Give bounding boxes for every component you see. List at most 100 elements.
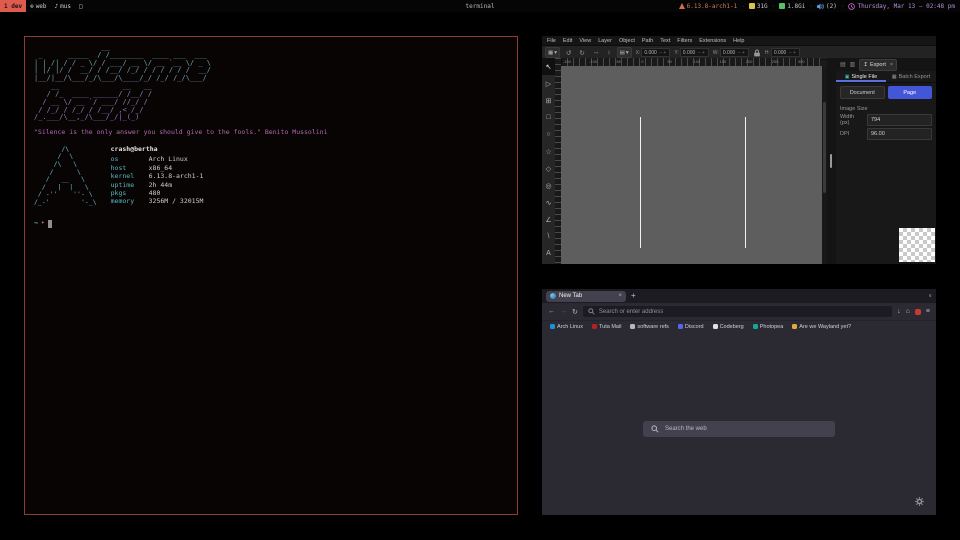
bookmark-item[interactable]: Are we Wayland yet? (792, 324, 851, 330)
shell-prompt[interactable]: ~ ▸ (34, 220, 508, 228)
height-field[interactable]: H: 0.000−+ (765, 48, 800, 57)
menu-item[interactable]: Edit (563, 38, 572, 44)
dialog-tab-icon[interactable]: ▥ (850, 61, 856, 68)
tool-button[interactable]: \ (542, 228, 555, 245)
x-coordinate-field[interactable]: X: 0.000−+ (636, 48, 671, 57)
menu-item[interactable]: Filters (677, 38, 692, 44)
workspace-button[interactable]: ⊕ web (26, 0, 50, 12)
downloads-button[interactable]: ↓ (897, 308, 901, 315)
dpi-row: DPI 96.00 (836, 127, 936, 141)
back-button[interactable]: ← (548, 308, 555, 315)
align-dropdown[interactable]: ▤ ▾ (617, 47, 632, 58)
personalize-gear-icon[interactable] (915, 497, 924, 506)
browser-tab[interactable]: New Tab × (546, 291, 626, 302)
new-tab-button[interactable]: + (631, 292, 636, 300)
tool-icon: ☆ (545, 148, 551, 156)
volume-level: (2) (826, 3, 837, 10)
menu-item[interactable]: Path (642, 38, 653, 44)
fetch-row: memory 3256M / 32015M (111, 197, 204, 205)
export-dialog-tab[interactable]: ↥ Export × (859, 59, 897, 71)
tab-batch-export[interactable]: ▦ Batch Export (886, 71, 936, 82)
tool-button[interactable]: ↖ (542, 58, 555, 75)
grid-icon: ▦ (548, 50, 553, 56)
tool-button[interactable]: □ (542, 109, 555, 126)
dock-resize-handle[interactable] (827, 58, 836, 264)
x-label: X: (636, 50, 641, 56)
spinner-buttons[interactable]: −+ (789, 50, 797, 56)
tool-button[interactable]: ◇ (542, 160, 555, 177)
fetch-key: uptime (111, 181, 149, 189)
workspace-button[interactable]: 1 dev (0, 0, 26, 12)
menu-item[interactable]: Layer (598, 38, 612, 44)
rotate-ccw-icon[interactable]: ↺ (566, 49, 571, 57)
menu-item[interactable]: Extensions (699, 38, 726, 44)
fetch-row: host x86_64 (111, 164, 204, 172)
spinner-buttons[interactable]: −+ (738, 50, 746, 56)
rotate-cw-icon[interactable]: ↻ (579, 49, 584, 57)
tool-button[interactable]: ▷ (542, 75, 555, 92)
scrollbar-thumb[interactable] (823, 102, 826, 193)
selection-mode-dropdown[interactable]: ▦ ▾ (545, 47, 560, 58)
menu-item[interactable]: File (547, 38, 556, 44)
tab-single-file[interactable]: ▣ Single File (836, 71, 886, 82)
spinner-buttons[interactable]: −+ (698, 50, 706, 56)
bookmark-item[interactable]: Codeberg (713, 324, 744, 330)
canvas[interactable] (561, 66, 822, 264)
kernel-module: 6.13.8-arch1-1 (679, 3, 738, 10)
width-field[interactable]: W: 0.000−+ (713, 48, 749, 57)
ruler-tick-label: -150 (561, 58, 587, 66)
tool-button[interactable]: ◎ (542, 177, 555, 194)
workspace-button[interactable]: ♪ mus (51, 0, 75, 12)
tab-close-icon[interactable]: × (618, 293, 622, 299)
bookmark-item[interactable]: software refs (630, 324, 668, 330)
document-button[interactable]: Document (840, 86, 885, 99)
tool-button[interactable]: A (542, 245, 555, 262)
separator: · (772, 3, 776, 10)
bookmark-item[interactable]: Discord (678, 324, 704, 330)
dock-tab-strip: ▤ ▥ ↥ Export × (836, 58, 936, 71)
menu-button[interactable]: ≡ (926, 308, 930, 315)
page-button[interactable]: Page (888, 86, 933, 99)
single-file-label: Single File (852, 74, 878, 80)
export-dpi-input[interactable]: 96.00 (867, 128, 932, 140)
menu-item[interactable]: Text (660, 38, 670, 44)
flip-horizontal-icon[interactable]: ↔ (593, 49, 600, 56)
flip-vertical-icon[interactable]: ↕ (607, 49, 610, 56)
tool-button[interactable]: ∿ (542, 194, 555, 211)
y-coordinate-field[interactable]: Y: 0.000−+ (674, 48, 708, 57)
menu-item[interactable]: View (579, 38, 591, 44)
tool-button[interactable]: ○ (542, 126, 555, 143)
extension-icon[interactable] (915, 309, 921, 315)
lock-ratio-icon[interactable] (753, 49, 761, 57)
list-tabs-chevron-icon[interactable]: ∨ (928, 293, 932, 299)
tool-button[interactable]: ☆ (542, 143, 555, 160)
tool-button[interactable]: ∠ (542, 211, 555, 228)
terminal-window[interactable]: __ _ _____ / /________ ____ ___ ___ | | … (24, 36, 518, 515)
batch-export-label: Batch Export (899, 74, 931, 80)
bookmark-item[interactable]: Tuta Mail (592, 324, 621, 330)
web-search-bar[interactable]: Search the web (643, 421, 835, 437)
forward-button[interactable]: → (560, 308, 567, 315)
fetch-value: x86_64 (149, 164, 172, 172)
bookmark-item[interactable]: Photopea (753, 324, 784, 330)
reload-button[interactable]: ↻ (572, 308, 578, 316)
clock-icon (848, 3, 855, 10)
bookmark-item[interactable]: Arch Linux (550, 324, 583, 330)
tool-button[interactable]: ⊞ (542, 92, 555, 109)
export-width-input[interactable]: 794 (867, 114, 932, 126)
fetch-key: kernel (111, 172, 149, 180)
clock-module: Thursday, Mar 13 — 02:48 pm (848, 3, 955, 10)
menu-item[interactable]: Object (619, 38, 635, 44)
fetch-key: pkgs (111, 189, 149, 197)
dialog-tab-icon[interactable]: ▤ (840, 61, 846, 68)
fetch-value: 480 (149, 189, 161, 197)
close-icon[interactable]: × (890, 62, 893, 68)
arch-logo-icon (679, 3, 685, 9)
address-bar[interactable]: Search or enter address (583, 306, 892, 317)
home-button[interactable]: ⌂ (906, 308, 910, 315)
menu-item[interactable]: Help (733, 38, 744, 44)
search-icon (588, 308, 595, 315)
spinner-buttons[interactable]: −+ (659, 50, 667, 56)
disk-module: 31G (749, 3, 768, 10)
workspace-button[interactable]: □ (75, 0, 89, 12)
